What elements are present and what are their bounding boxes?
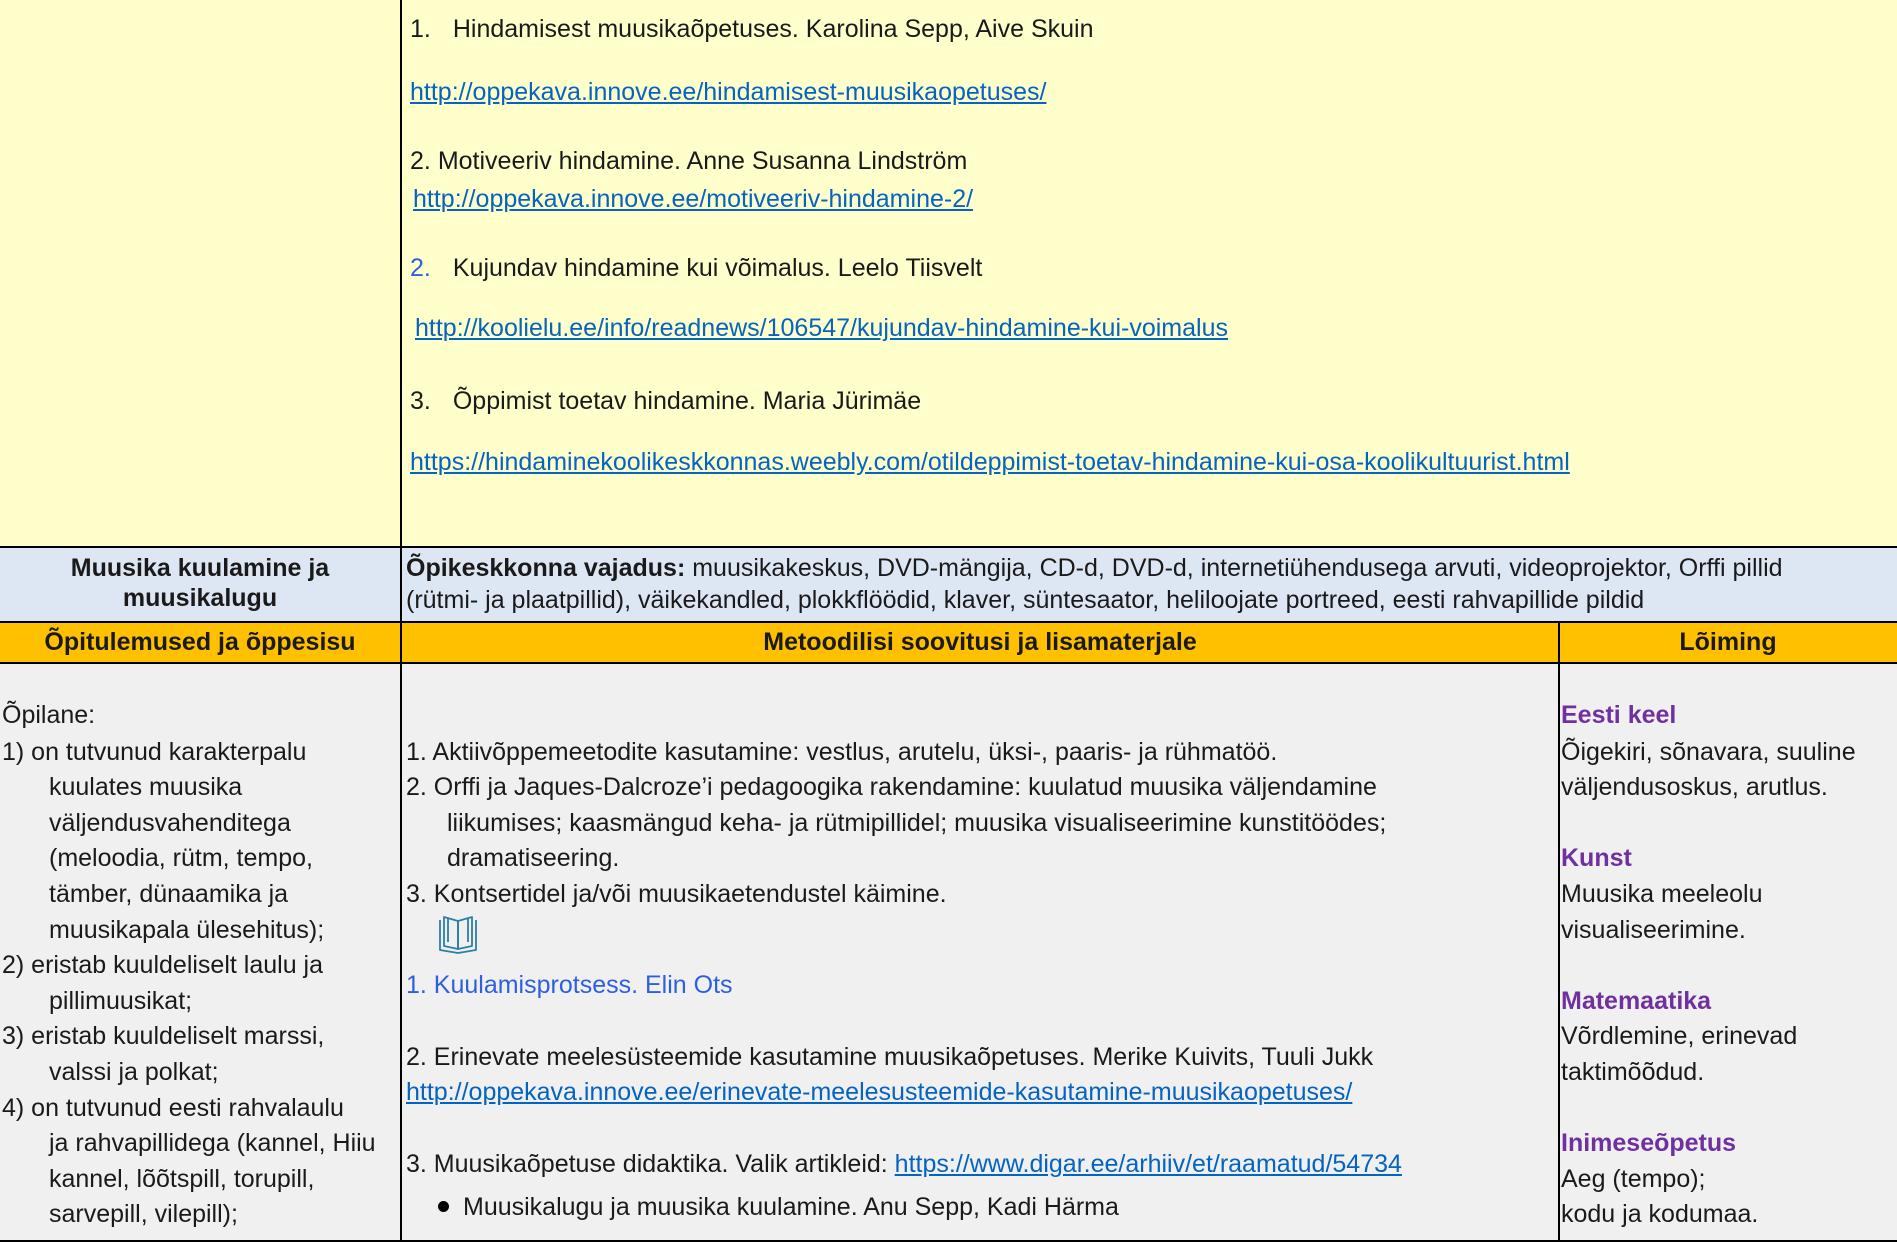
outcome-line: 3) eristab kuuldeliselt marssi, (2, 1022, 325, 1050)
integration-text: kodu ja kodumaa. (1561, 1200, 1759, 1228)
integration-text: visualiseerimine. (1561, 916, 1746, 944)
outcome-line: ja rahvapillidega (kannel, Hiiu (49, 1129, 376, 1157)
integration-subject-matemaatika: Matemaatika (1561, 987, 1712, 1015)
section-title-line1: Muusika kuulamine ja (70, 554, 330, 582)
resource-4-title: 3. Õppimist toetav hindamine. Maria Jürim… (410, 387, 922, 415)
outcome-line: muusikapala ülesehitus); (49, 916, 325, 944)
resource-1-link[interactable]: http://oppekava.innove.ee/hindamisest-mu… (410, 77, 1047, 107)
outcome-line: kuulates muusika (49, 773, 243, 801)
outcomes-intro: Õpilane: (2, 701, 96, 729)
learning-environment-line1: Õpikeskkonna vajadus: muusikakeskus, DVD… (406, 554, 1783, 582)
open-book-icon (435, 912, 481, 958)
resource-2-title: 2. Motiveeriv hindamine. Anne Susanna Li… (410, 147, 968, 175)
header-outcomes: Õpitulemused ja õppesisu (44, 628, 356, 656)
outcome-line: 2) eristab kuuldeliselt laulu ja (2, 951, 324, 979)
method-line: dramatiseering. (447, 844, 620, 872)
reference-1-link[interactable]: 1. Kuulamisprotsess. Elin Ots (406, 970, 733, 1000)
integration-text: Võrdlemine, erinevad (1561, 1022, 1798, 1050)
reference-3: 3. Muusikaõpetuse didaktika. Valik artik… (406, 1149, 1402, 1179)
outcome-line: tämber, dünaamika ja (49, 880, 289, 908)
bullet-icon (438, 1200, 449, 1212)
section-title: Muusika kuulamine ja muusikalugu (0, 553, 400, 613)
resource-4-link[interactable]: https://hindaminekoolikeskkonnas.weebly.… (410, 447, 1570, 477)
outcome-line: 4) on tutvunud eesti rahvalaulu (2, 1094, 344, 1122)
outcome-line: (meloodia, rütm, tempo, (49, 844, 313, 872)
reference-3-title: 3. Muusikaõpetuse didaktika. Valik artik… (406, 1150, 895, 1178)
integration-subject-kunst: Kunst (1561, 844, 1632, 872)
integration-text: Aeg (tempo); (1561, 1165, 1706, 1193)
outcome-line: valssi ja polkat; (49, 1058, 219, 1086)
resource-3-title: 2. Kujundav hindamine kui võimalus. Leelo… (410, 254, 983, 282)
bullet-item: Muusikalugu ja muusika kuulamine. Anu Se… (438, 1192, 1119, 1222)
resource-3-link[interactable]: http://koolielu.ee/info/readnews/106547/… (415, 313, 1228, 343)
outcome-line: 1) on tutvunud karakterpalu (2, 738, 307, 766)
integration-subject-inimeseopetus: Inimeseõpetus (1561, 1129, 1737, 1157)
integration-text: taktimõõdud. (1561, 1058, 1705, 1086)
method-line: liikumises; kaasmängud keha- ja rütmipil… (447, 809, 1387, 837)
reference-2-title: 2. Erinevate meelesüsteemide kasutamine … (406, 1043, 1374, 1071)
outcome-line: väljendusvahenditega (49, 809, 291, 837)
integration-text: väljendusoskus, arutlus. (1561, 773, 1828, 801)
method-line: 3. Kontsertidel ja/või muusikaetendustel… (406, 880, 947, 908)
learning-environment-line2: (rütmi- ja plaatpillid), väikekandled, p… (406, 586, 1645, 614)
outcome-line: sarvepill, vilepill); (49, 1200, 238, 1228)
header-integration: Lõiming (1679, 628, 1777, 656)
integration-text: Õigekiri, sõnavara, suuline (1561, 738, 1856, 766)
integration-subject-eesti-keel: Eesti keel (1561, 701, 1677, 729)
resource-1-title: 1. Hindamisest muusikaõpetuses. Karolina … (410, 15, 1094, 43)
integration-text: Muusika meeleolu (1561, 880, 1763, 908)
section-title-line2: muusikalugu (122, 584, 278, 612)
learning-environment-label: Õpikeskkonna vajadus: (406, 554, 686, 582)
outcome-line: pillimuusikat; (49, 987, 193, 1015)
resource-2-link[interactable]: http://oppekava.innove.ee/motiveeriv-hin… (413, 184, 973, 214)
reference-2-link[interactable]: http://oppekava.innove.ee/erinevate-meel… (406, 1077, 1352, 1107)
resources-left-cell (0, 0, 402, 548)
outcome-line: kannel, lõõtspill, torupill, (49, 1165, 315, 1193)
header-methods: Metoodilisi soovitusi ja lisamaterjale (763, 628, 1197, 656)
method-line: 1. Aktiivõppemeetodite kasutamine: vestl… (406, 738, 1278, 766)
reference-3-link[interactable]: https://www.digar.ee/arhiiv/et/raamatud/… (895, 1150, 1402, 1178)
method-line: 2. Orffi ja Jaques-Dalcroze’i pedagoogik… (406, 773, 1377, 801)
